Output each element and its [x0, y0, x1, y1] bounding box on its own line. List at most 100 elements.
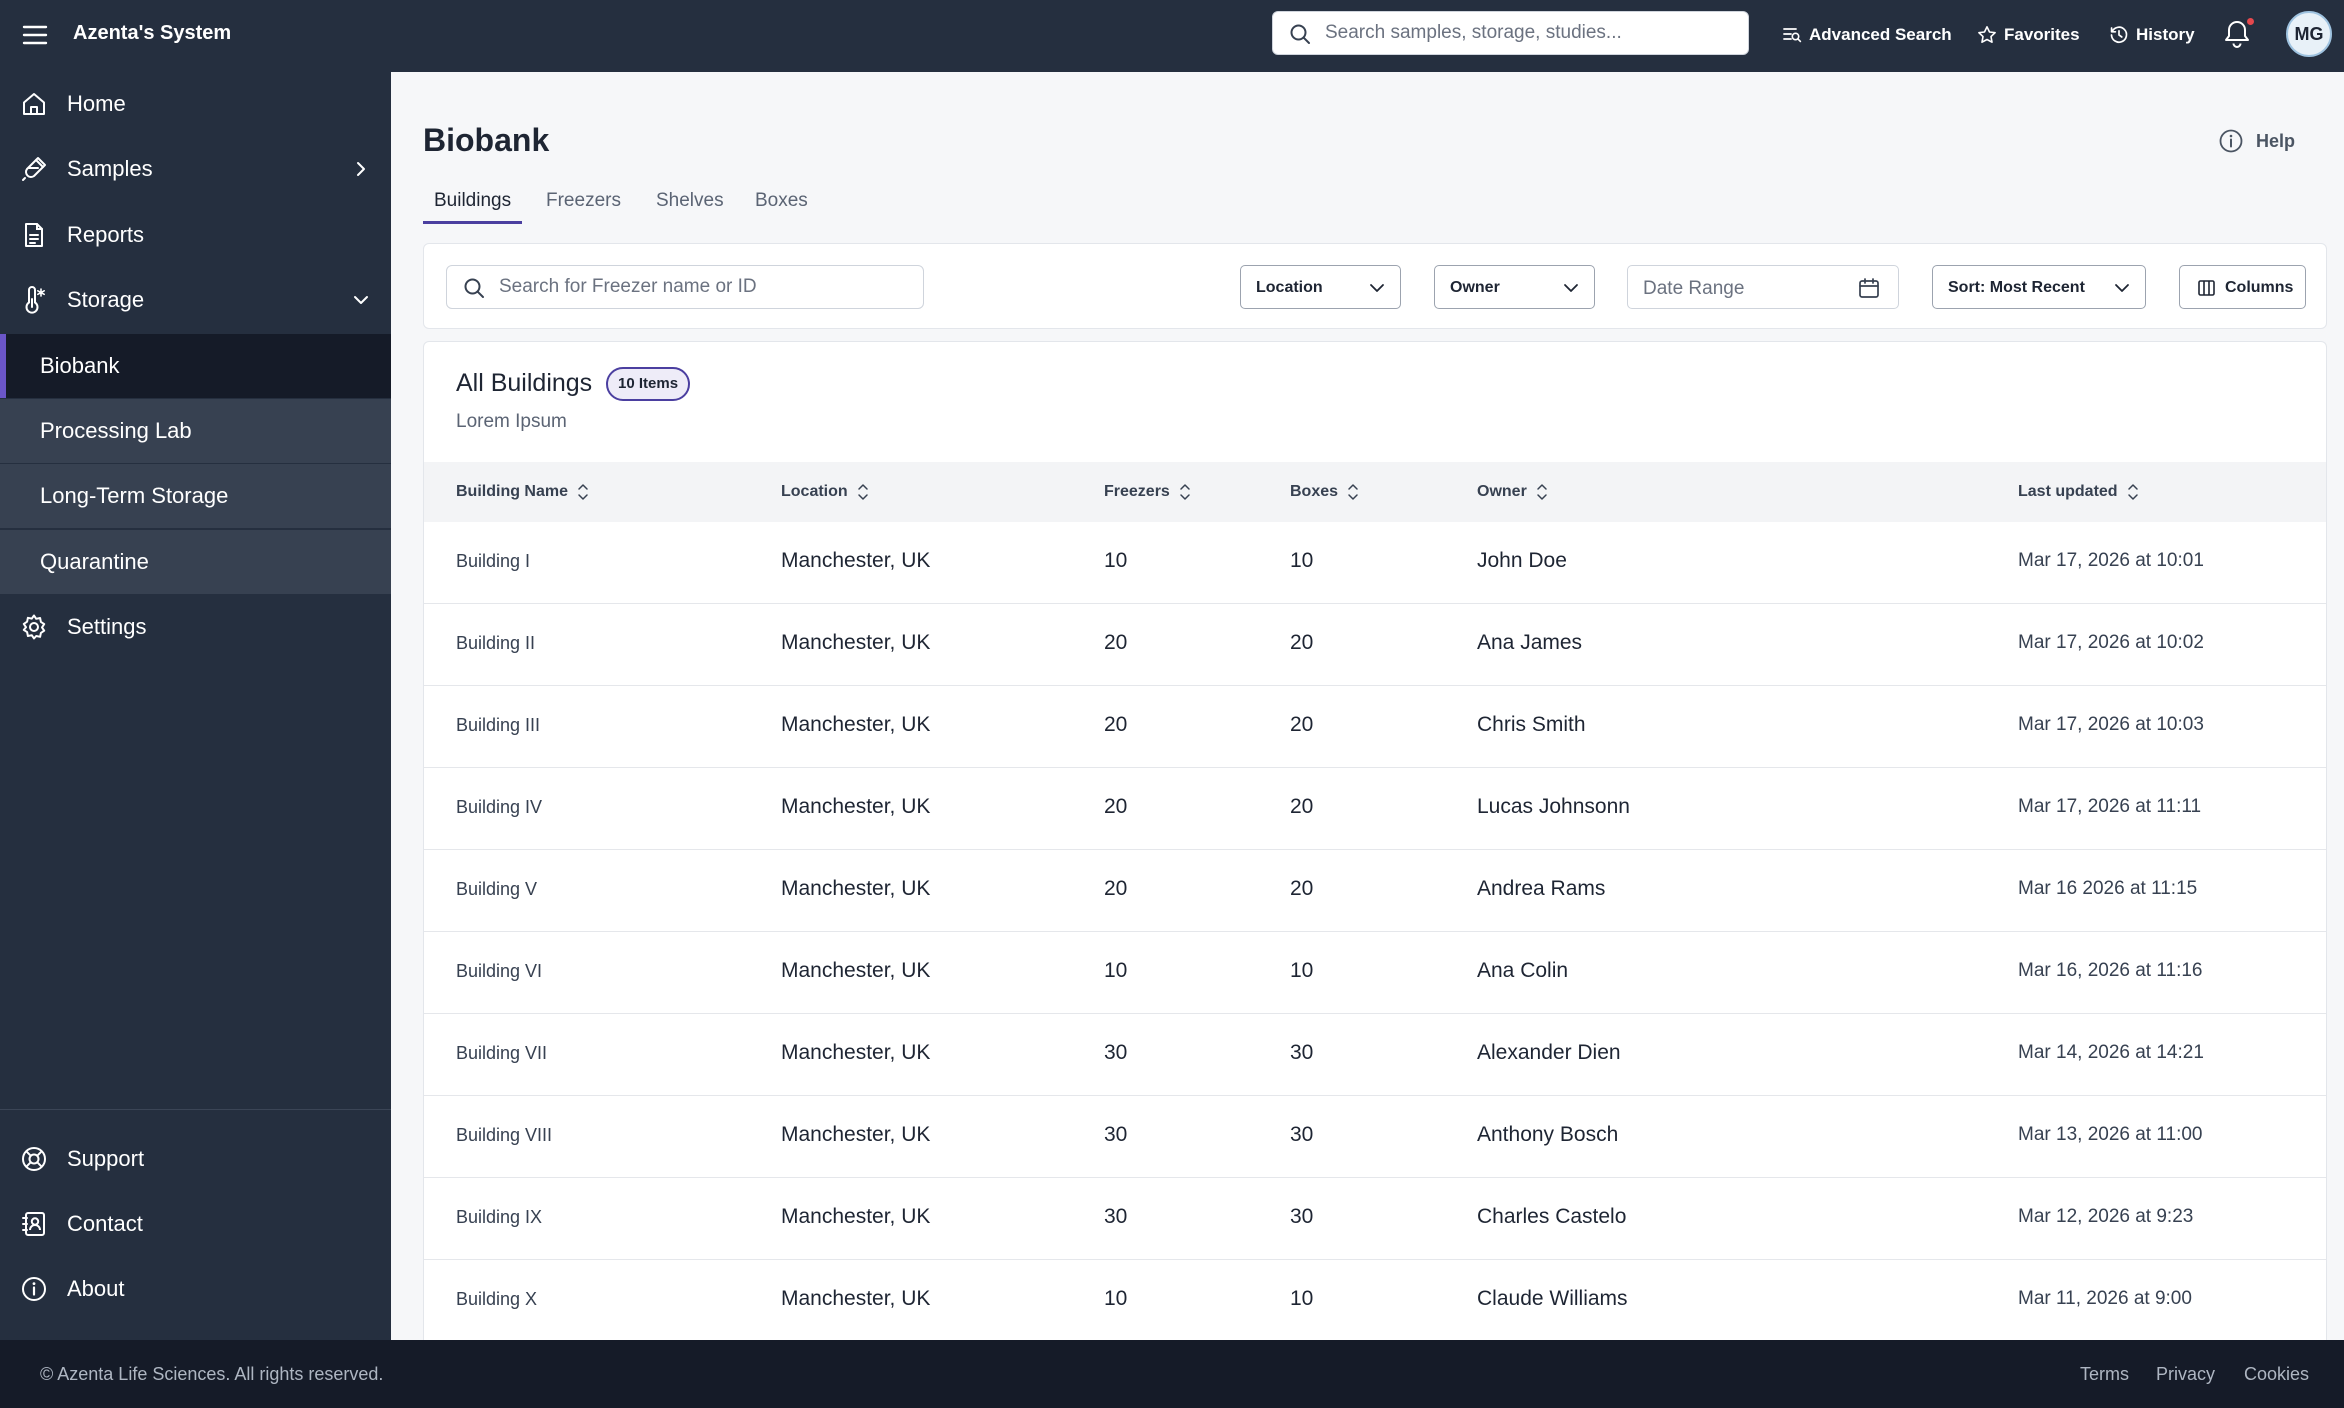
- filter-bar: Location Owner Date Range Sort: Most Rec…: [423, 243, 2327, 329]
- table-row[interactable]: Building II Manchester, UK 20 20 Ana Jam…: [424, 604, 2326, 686]
- table-row[interactable]: Building III Manchester, UK 20 20 Chris …: [424, 686, 2326, 768]
- favorites-button[interactable]: Favorites: [1977, 22, 2080, 48]
- column-header-freezers[interactable]: Freezers: [1104, 482, 1191, 502]
- sidebar-item-label: Reports: [67, 222, 145, 247]
- building-name-cell[interactable]: Building II: [456, 633, 535, 654]
- thermometer-icon: [20, 286, 48, 314]
- column-header-boxes[interactable]: Boxes: [1290, 482, 1359, 502]
- owner-cell: Ana James: [1477, 631, 1583, 654]
- building-name-cell[interactable]: Building X: [456, 1289, 537, 1310]
- help-label: Help: [2256, 130, 2296, 151]
- sidebar-subitem-quarantine[interactable]: Quarantine: [0, 530, 391, 594]
- location-cell: Manchester, UK: [781, 959, 931, 982]
- history-button[interactable]: History: [2109, 22, 2195, 48]
- sort-icon: [578, 484, 588, 500]
- sidebar-item-support[interactable]: Support: [0, 1129, 391, 1189]
- column-header-owner[interactable]: Owner: [1477, 482, 1548, 502]
- tab-freezers[interactable]: Freezers: [535, 186, 632, 224]
- gear-icon: [20, 613, 48, 641]
- column-header-location[interactable]: Location: [781, 482, 869, 502]
- sidebar-item-storage[interactable]: Storage: [0, 270, 391, 330]
- building-name-cell[interactable]: Building VI: [456, 961, 542, 982]
- sidebar-subitem-label: Quarantine: [40, 549, 149, 574]
- table-row[interactable]: Building V Manchester, UK 20 20 Andrea R…: [424, 850, 2326, 932]
- table-row[interactable]: Building VIII Manchester, UK 30 30 Antho…: [424, 1096, 2326, 1178]
- last-updated-cell: Mar 16, 2026 at 11:16: [2018, 960, 2203, 981]
- sidebar-item-reports[interactable]: Reports: [0, 205, 391, 265]
- freezers-cell: 20: [1104, 631, 1128, 654]
- sort-dropdown[interactable]: Sort: Most Recent: [1932, 265, 2146, 309]
- location-cell: Manchester, UK: [781, 1123, 931, 1146]
- column-header-last-updated[interactable]: Last updated: [2018, 482, 2139, 502]
- menu-icon[interactable]: [20, 20, 50, 50]
- freezers-cell: 30: [1104, 1041, 1128, 1064]
- tab-buildings[interactable]: Buildings: [423, 186, 523, 224]
- owner-cell: Ana Colin: [1477, 959, 1569, 982]
- owner-cell: Lucas Johnsonn: [1477, 795, 1630, 818]
- table-row[interactable]: Building VII Manchester, UK 30 30 Alexan…: [424, 1014, 2326, 1096]
- boxes-cell: 20: [1290, 877, 1314, 900]
- sidebar-item-contact[interactable]: Contact: [0, 1194, 391, 1254]
- sidebar-item-home[interactable]: Home: [0, 74, 391, 134]
- table-row[interactable]: Building VI Manchester, UK 10 10 Ana Col…: [424, 932, 2326, 1014]
- sidebar-item-label: About: [67, 1276, 125, 1301]
- location-cell: Manchester, UK: [781, 549, 931, 572]
- footer-link-terms[interactable]: Terms: [2080, 1364, 2129, 1385]
- date-range-picker[interactable]: Date Range: [1627, 265, 1899, 309]
- tab-boxes[interactable]: Boxes: [744, 186, 819, 224]
- footer-link-cookies[interactable]: Cookies: [2244, 1364, 2309, 1385]
- building-name-cell[interactable]: Building IX: [456, 1207, 542, 1228]
- building-name-cell[interactable]: Building III: [456, 715, 540, 736]
- table-row[interactable]: Building IX Manchester, UK 30 30 Charles…: [424, 1178, 2326, 1260]
- sidebar-item-samples[interactable]: Samples: [0, 139, 391, 199]
- freezers-cell: 30: [1104, 1205, 1128, 1228]
- building-name-cell[interactable]: Building VIII: [456, 1125, 552, 1146]
- search-icon: [1289, 23, 1311, 45]
- column-header-label: Building Name: [456, 483, 569, 500]
- location-cell: Manchester, UK: [781, 795, 931, 818]
- sidebar-subitem-biobank[interactable]: Biobank: [0, 334, 391, 398]
- table-row[interactable]: Building X Manchester, UK 10 10 Claude W…: [424, 1260, 2326, 1340]
- column-header-label: Last updated: [2018, 483, 2118, 500]
- table-row[interactable]: Building I Manchester, UK 10 10 John Doe…: [424, 522, 2326, 604]
- help-button[interactable]: Help: [2218, 128, 2295, 154]
- sidebar-subitem-processing-lab[interactable]: Processing Lab: [0, 399, 391, 463]
- building-name-cell[interactable]: Building I: [456, 551, 530, 572]
- sidebar-item-label: Storage: [67, 287, 145, 312]
- last-updated-cell: Mar 17, 2026 at 10:01: [2018, 550, 2204, 571]
- tab-shelves[interactable]: Shelves: [645, 186, 735, 224]
- sidebar-item-settings[interactable]: Settings: [0, 597, 391, 657]
- global-search[interactable]: [1272, 11, 1749, 55]
- sort-icon: [857, 484, 868, 500]
- last-updated-cell: Mar 17, 2026 at 10:02: [2018, 632, 2204, 653]
- freezer-search-input[interactable]: [499, 266, 909, 308]
- avatar[interactable]: MG: [2286, 11, 2332, 57]
- chevron-down-icon: [2113, 280, 2131, 296]
- owner-cell: Charles Castelo: [1477, 1205, 1627, 1228]
- global-search-input[interactable]: [1325, 12, 1735, 54]
- app-title: Azenta's System: [73, 22, 232, 44]
- footer-link-privacy[interactable]: Privacy: [2156, 1364, 2215, 1385]
- building-name-cell[interactable]: Building IV: [456, 797, 542, 818]
- columns-button[interactable]: Columns: [2179, 265, 2306, 309]
- freezers-cell: 10: [1104, 549, 1128, 572]
- sort-icon: [2127, 484, 2138, 500]
- location-dropdown[interactable]: Location: [1240, 265, 1401, 309]
- page-title: Biobank: [423, 122, 550, 158]
- building-name-cell[interactable]: Building VII: [456, 1043, 547, 1064]
- advanced-search-button[interactable]: Advanced Search: [1782, 22, 1952, 48]
- column-header-building-name[interactable]: Building Name: [456, 482, 589, 502]
- owner-dropdown[interactable]: Owner: [1434, 265, 1595, 309]
- freezer-search[interactable]: [446, 265, 924, 309]
- building-name-cell[interactable]: Building V: [456, 879, 537, 900]
- advanced-search-label: Advanced Search: [1809, 25, 1952, 44]
- boxes-cell: 20: [1290, 631, 1314, 654]
- sidebar-subitem-label: Long-Term Storage: [40, 483, 229, 508]
- sidebar-item-about[interactable]: About: [0, 1259, 391, 1319]
- table-row[interactable]: Building IV Manchester, UK 20 20 Lucas J…: [424, 768, 2326, 850]
- sidebar-item-label: Settings: [67, 614, 147, 639]
- owner-cell: John Doe: [1477, 549, 1567, 572]
- sidebar-subitem-long-term-storage[interactable]: Long-Term Storage: [0, 464, 391, 528]
- top-bar: Azenta's System Advanced Search Favorite…: [0, 0, 2344, 72]
- freezers-cell: 20: [1104, 713, 1128, 736]
